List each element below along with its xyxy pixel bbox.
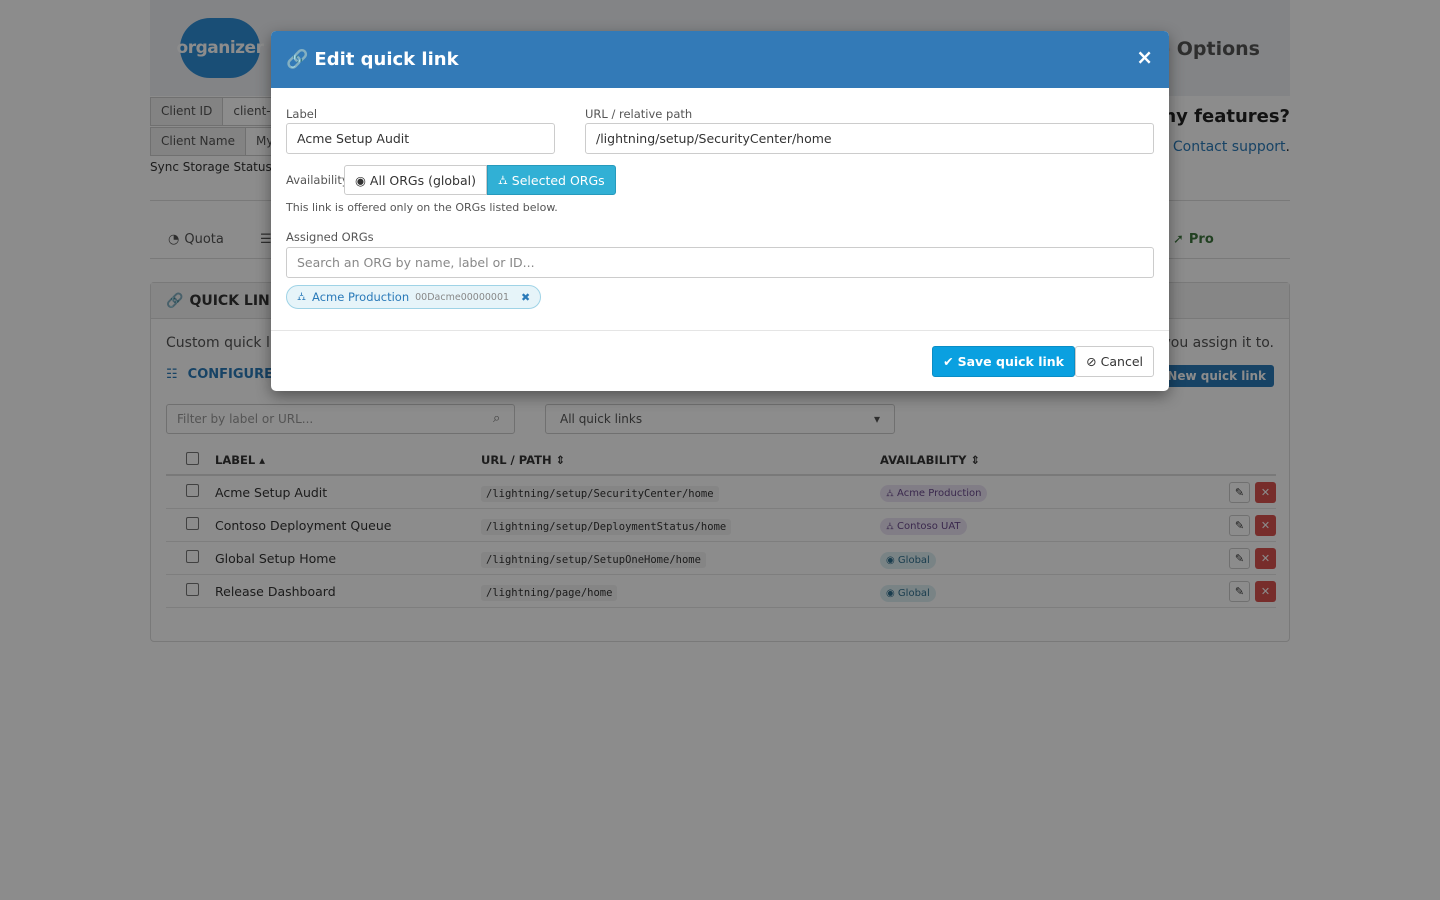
- all-orgs-label: All ORGs (global): [369, 172, 476, 188]
- save-quick-link-button[interactable]: ✔ Save quick link: [932, 346, 1075, 377]
- cancel-button[interactable]: ⊘ Cancel: [1075, 346, 1154, 377]
- modal-footer: ✔ Save quick link ⊘ Cancel: [271, 330, 1169, 391]
- availability-toggle: ◉ All ORGs (global) ⛼ Selected ORGs: [344, 165, 616, 195]
- url-field-label: URL / relative path: [585, 107, 693, 121]
- selected-orgs-label: Selected ORGs: [511, 172, 605, 188]
- selected-orgs-option[interactable]: ⛼ Selected ORGs: [486, 165, 616, 195]
- modal-header: 🔗 Edit quick link ×: [271, 31, 1169, 88]
- assigned-orgs-label: Assigned ORGs: [286, 230, 374, 244]
- remove-org-icon[interactable]: ✖: [521, 291, 530, 304]
- sitemap-icon: ⛼: [297, 289, 307, 303]
- globe-icon: ◉: [355, 172, 366, 188]
- label-field-label: Label: [286, 107, 318, 121]
- close-icon[interactable]: ×: [1136, 47, 1153, 67]
- org-search-input[interactable]: Search an ORG by name, label or ID...: [286, 247, 1154, 278]
- all-orgs-option[interactable]: ◉ All ORGs (global): [344, 165, 487, 195]
- org-tag-id: 00Dacme00000001: [415, 291, 510, 303]
- link-icon: 🔗: [286, 49, 309, 70]
- availability-label: Availability: [286, 173, 349, 187]
- edit-quick-link-modal: 🔗 Edit quick link × Label Acme Setup Aud…: [271, 31, 1169, 391]
- check-icon: ✔: [943, 354, 954, 369]
- availability-help: This link is offered only on the ORGs li…: [286, 201, 558, 214]
- label-input[interactable]: Acme Setup Audit: [286, 123, 555, 154]
- org-tag: ⛼ Acme Production 00Dacme00000001 ✖: [286, 285, 542, 309]
- org-tag-name: Acme Production: [312, 290, 410, 304]
- url-input[interactable]: /lightning/setup/SecurityCenter/home: [585, 123, 1154, 154]
- save-label: Save quick link: [957, 354, 1064, 369]
- cancel-label: Cancel: [1100, 354, 1143, 369]
- sitemap-icon: ⛼: [497, 171, 508, 187]
- ban-icon: ⊘: [1086, 354, 1097, 369]
- modal-title-text: Edit quick link: [314, 49, 459, 70]
- modal-title: 🔗 Edit quick link: [286, 49, 459, 70]
